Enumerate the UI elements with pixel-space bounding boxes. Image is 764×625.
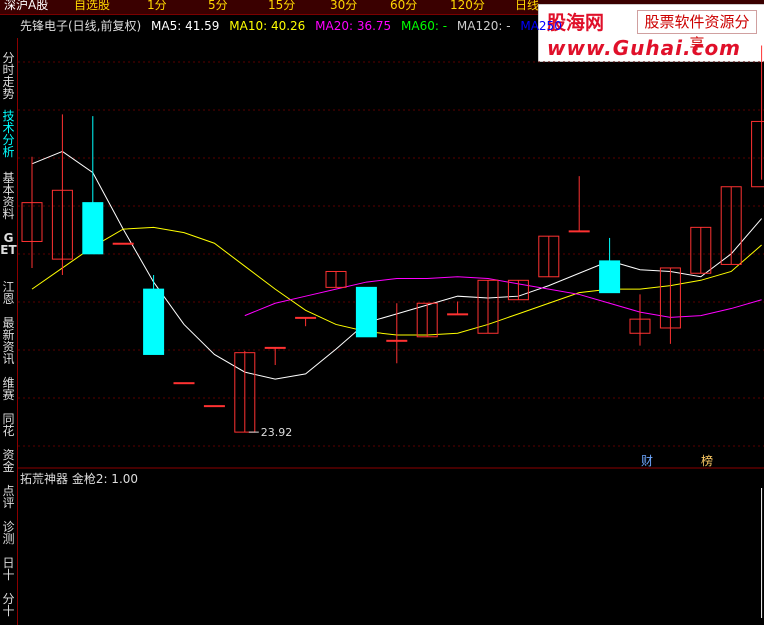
ma120-label: MA120: - [456, 19, 511, 33]
candle-body [82, 202, 104, 255]
tab-5min[interactable]: 5分 [208, 0, 228, 12]
left-function-sidebar: 分时走势 技术分析 基本资料 GET 江恩 最新资讯 维赛 同花 资金 点评 诊… [0, 38, 18, 625]
sidebar-item-timeshare[interactable]: 分时走势 [0, 52, 17, 100]
candle [538, 235, 560, 278]
candle [599, 237, 621, 294]
candle [447, 301, 469, 316]
sidebar-item-fundamentals[interactable]: 基本资料 [0, 172, 17, 220]
ranking-badge[interactable]: 榜 [701, 454, 713, 468]
finance-badge[interactable]: 财 [641, 454, 653, 468]
candlestick-series [21, 45, 764, 433]
stock-title: 先锋电子(日线,前复权) [20, 19, 142, 33]
sidebar-item-diagnosis[interactable]: 诊测 [0, 521, 17, 545]
sidebar-item-get[interactable]: GET [0, 232, 17, 256]
sidebar-item-gann[interactable]: 江恩 [0, 281, 17, 305]
candle-body [143, 288, 165, 355]
tab-watchlist[interactable]: 自选股 [74, 0, 110, 12]
candle-body [599, 260, 621, 294]
tab-60min[interactable]: 60分 [390, 0, 417, 12]
candle [203, 405, 225, 408]
candle [295, 316, 317, 327]
candle-body [386, 339, 408, 342]
candle [51, 114, 73, 276]
sidebar-item-funds[interactable]: 资金 [0, 449, 17, 473]
kline-chart[interactable]: 23.92 [18, 38, 764, 625]
candle [325, 270, 347, 288]
ma10-label: MA10: 40.26 [229, 19, 306, 33]
ma20-label: MA20: 36.75 [315, 19, 392, 33]
candle-body [355, 286, 377, 338]
sidebar-item-technical[interactable]: 技术分析 [0, 110, 17, 158]
tab-120min[interactable]: 120分 [450, 0, 485, 12]
ma5-label: MA5: 41.59 [151, 19, 220, 33]
candle-body [751, 120, 764, 188]
sidebar-item-weisai[interactable]: 维赛 [0, 377, 17, 401]
tab-1min[interactable]: 1分 [147, 0, 167, 12]
candle-body [203, 405, 225, 408]
candle-body [568, 230, 590, 233]
sub-indicator-title: 拓荒神器 金枪2: 1.00 [20, 472, 139, 486]
tab-30min[interactable]: 30分 [330, 0, 357, 12]
candle-body [295, 316, 317, 319]
sidebar-item-news[interactable]: 最新资讯 [0, 317, 17, 365]
candle-body [447, 313, 469, 316]
candle [659, 267, 681, 344]
ma-legend: 先锋电子(日线,前复权) MA5: 41.59 MA10: 40.26 MA20… [20, 18, 568, 34]
sidebar-item-review[interactable]: 点评 [0, 485, 17, 509]
candle-body [112, 242, 134, 245]
candle [355, 286, 377, 338]
candle [568, 176, 590, 233]
candle [751, 45, 764, 188]
sidebar-item-tonghua[interactable]: 同花 [0, 413, 17, 437]
low-price-label: 23.92 [261, 426, 293, 439]
candle [112, 242, 134, 245]
ma60-label: MA60: - [401, 19, 448, 33]
low-price-marker: 23.92 [248, 426, 293, 439]
ma250-label: MA250 [520, 19, 562, 33]
watermark-slogan: 股票软件资源分享 [637, 10, 757, 53]
candle [690, 226, 712, 274]
chart-grid [18, 61, 764, 447]
candle [477, 279, 499, 334]
candle [234, 350, 256, 433]
sidebar-item-minute-ten[interactable]: 分十 [0, 593, 17, 617]
candle [21, 156, 43, 268]
candle [173, 382, 195, 385]
candle-body [264, 346, 286, 349]
sidebar-item-daily-ten[interactable]: 日十 [0, 557, 17, 581]
candle-body [173, 382, 195, 385]
tab-daily[interactable]: 日线 [515, 0, 539, 12]
candle [720, 186, 742, 265]
tab-market[interactable]: 深沪A股 [4, 0, 48, 12]
tab-15min[interactable]: 15分 [268, 0, 295, 12]
candle [416, 302, 438, 338]
candle [143, 275, 165, 355]
